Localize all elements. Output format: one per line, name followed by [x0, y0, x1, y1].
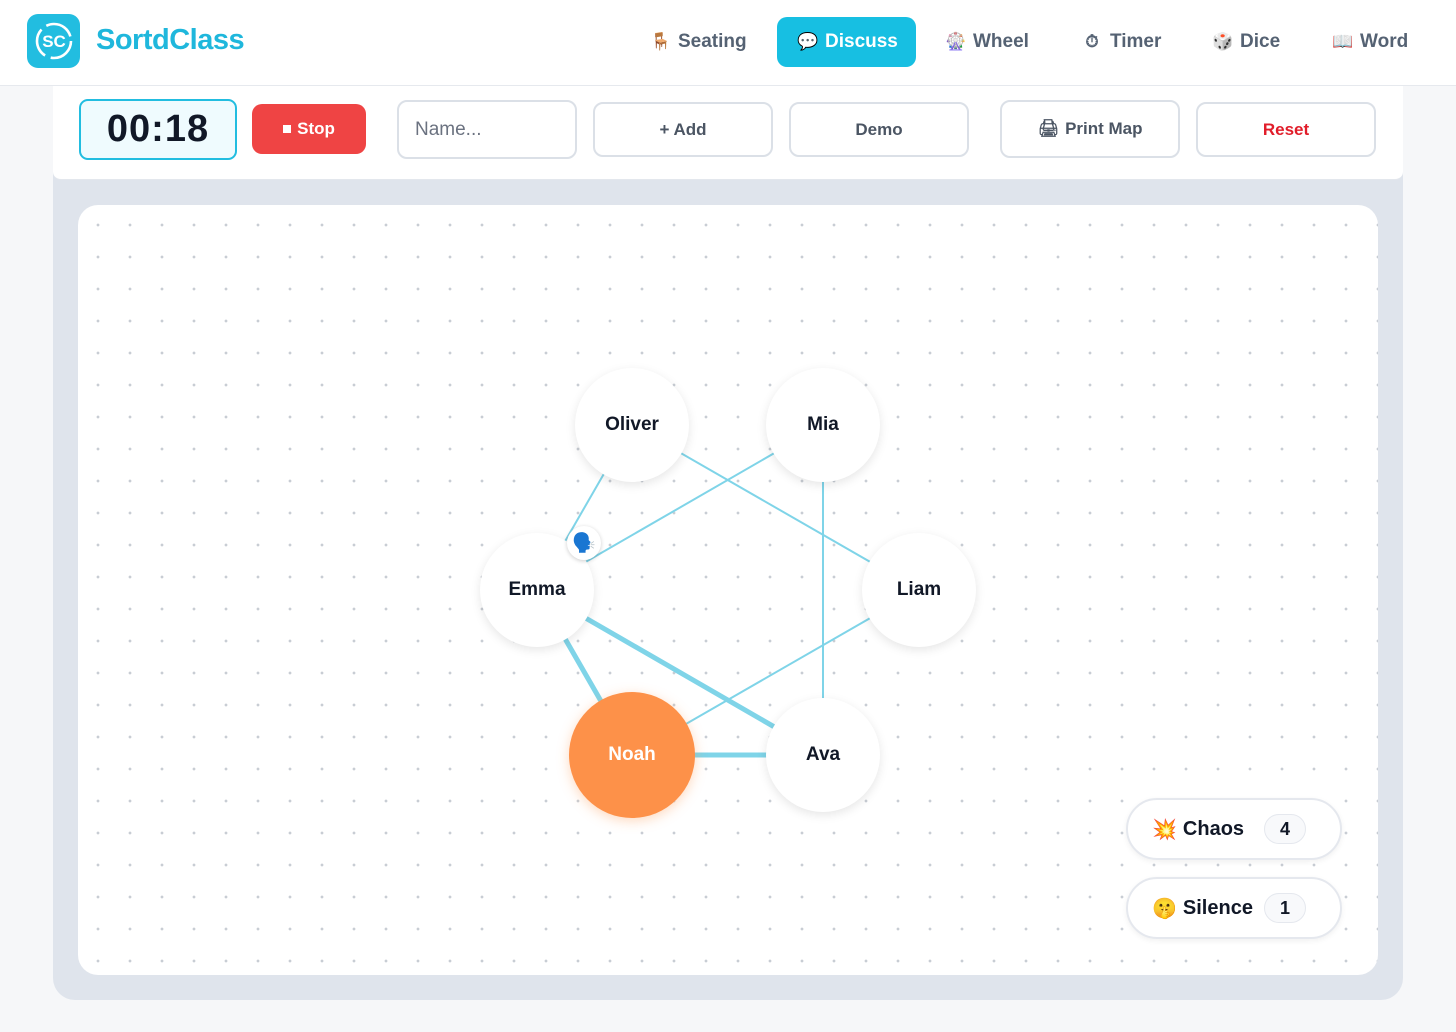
nav-label: Timer: [1110, 31, 1162, 52]
ferris-wheel-icon: 🎡: [945, 32, 967, 51]
chair-icon: 🪑: [650, 32, 672, 51]
silence-count: 1: [1264, 893, 1306, 923]
speech-bubble-icon: 💬: [797, 32, 819, 51]
speaking-head-icon: 🗣️: [567, 526, 601, 560]
top-bar: SC SortdClass 🪑 Seating 💬 Discuss 🎡 Whee…: [0, 0, 1456, 86]
participant-oliver[interactable]: Oliver: [575, 368, 689, 482]
timer-display: 00:18: [79, 99, 237, 160]
print-map-button[interactable]: 🖨 Print Map: [1000, 100, 1180, 158]
printer-icon: 🖨: [1037, 119, 1060, 138]
dice-icon: 🎲: [1212, 32, 1234, 51]
stopwatch-icon: ⏱: [1085, 32, 1099, 51]
stop-square-icon: [283, 125, 292, 133]
discuss-panel: 00:18 Stop + Add Demo 🖨 Print Map Reset …: [53, 86, 1403, 1000]
nav-dice[interactable]: 🎲 Dice: [1192, 17, 1300, 67]
nav-wheel[interactable]: 🎡 Wheel: [925, 17, 1049, 67]
app-name[interactable]: SortdClass: [96, 24, 245, 57]
logo-icon: SC: [27, 14, 80, 68]
reset-button[interactable]: Reset: [1196, 102, 1376, 157]
name-input[interactable]: [397, 100, 577, 159]
participant-mia[interactable]: Mia: [766, 368, 880, 482]
nav-label: Wheel: [973, 31, 1029, 52]
nav-label: Discuss: [825, 31, 898, 52]
demo-button[interactable]: Demo: [789, 102, 969, 157]
silence-label: Silence: [1182, 896, 1253, 919]
nav-label: Word: [1360, 31, 1409, 52]
chaos-count: 4: [1264, 814, 1306, 844]
collision-icon: 💥: [1152, 818, 1177, 841]
stop-label: Stop: [297, 119, 335, 138]
nav-discuss[interactable]: 💬 Discuss: [777, 17, 916, 67]
silence-counter[interactable]: 🤫 Silence 1: [1126, 877, 1342, 939]
svg-text:SC: SC: [42, 32, 66, 51]
toolbar: 00:18 Stop + Add Demo 🖨 Print Map Reset: [53, 86, 1403, 180]
shushing-face-icon: 🤫: [1152, 897, 1177, 920]
stop-button[interactable]: Stop: [252, 104, 366, 154]
nav-word[interactable]: 📖 Word: [1312, 17, 1428, 67]
participant-noah[interactable]: Noah: [569, 692, 695, 818]
nav-timer[interactable]: ⏱ Timer: [1062, 17, 1181, 67]
logo-mark-icon: SC: [35, 22, 72, 60]
print-label: Print Map: [1065, 119, 1143, 138]
discussion-map[interactable]: Oliver Mia Emma Liam Noah Ava 🗣️ 💥 Chaos…: [78, 205, 1378, 975]
nav-label: Seating: [678, 31, 747, 52]
chaos-label: Chaos: [1182, 817, 1245, 840]
participant-liam[interactable]: Liam: [862, 533, 976, 647]
book-icon: 📖: [1332, 32, 1354, 51]
chaos-counter[interactable]: 💥 Chaos 4: [1126, 798, 1342, 860]
nav-label: Dice: [1240, 31, 1281, 52]
participant-ava[interactable]: Ava: [766, 698, 880, 812]
add-button[interactable]: + Add: [593, 102, 773, 157]
nav-seating[interactable]: 🪑 Seating: [630, 17, 767, 67]
